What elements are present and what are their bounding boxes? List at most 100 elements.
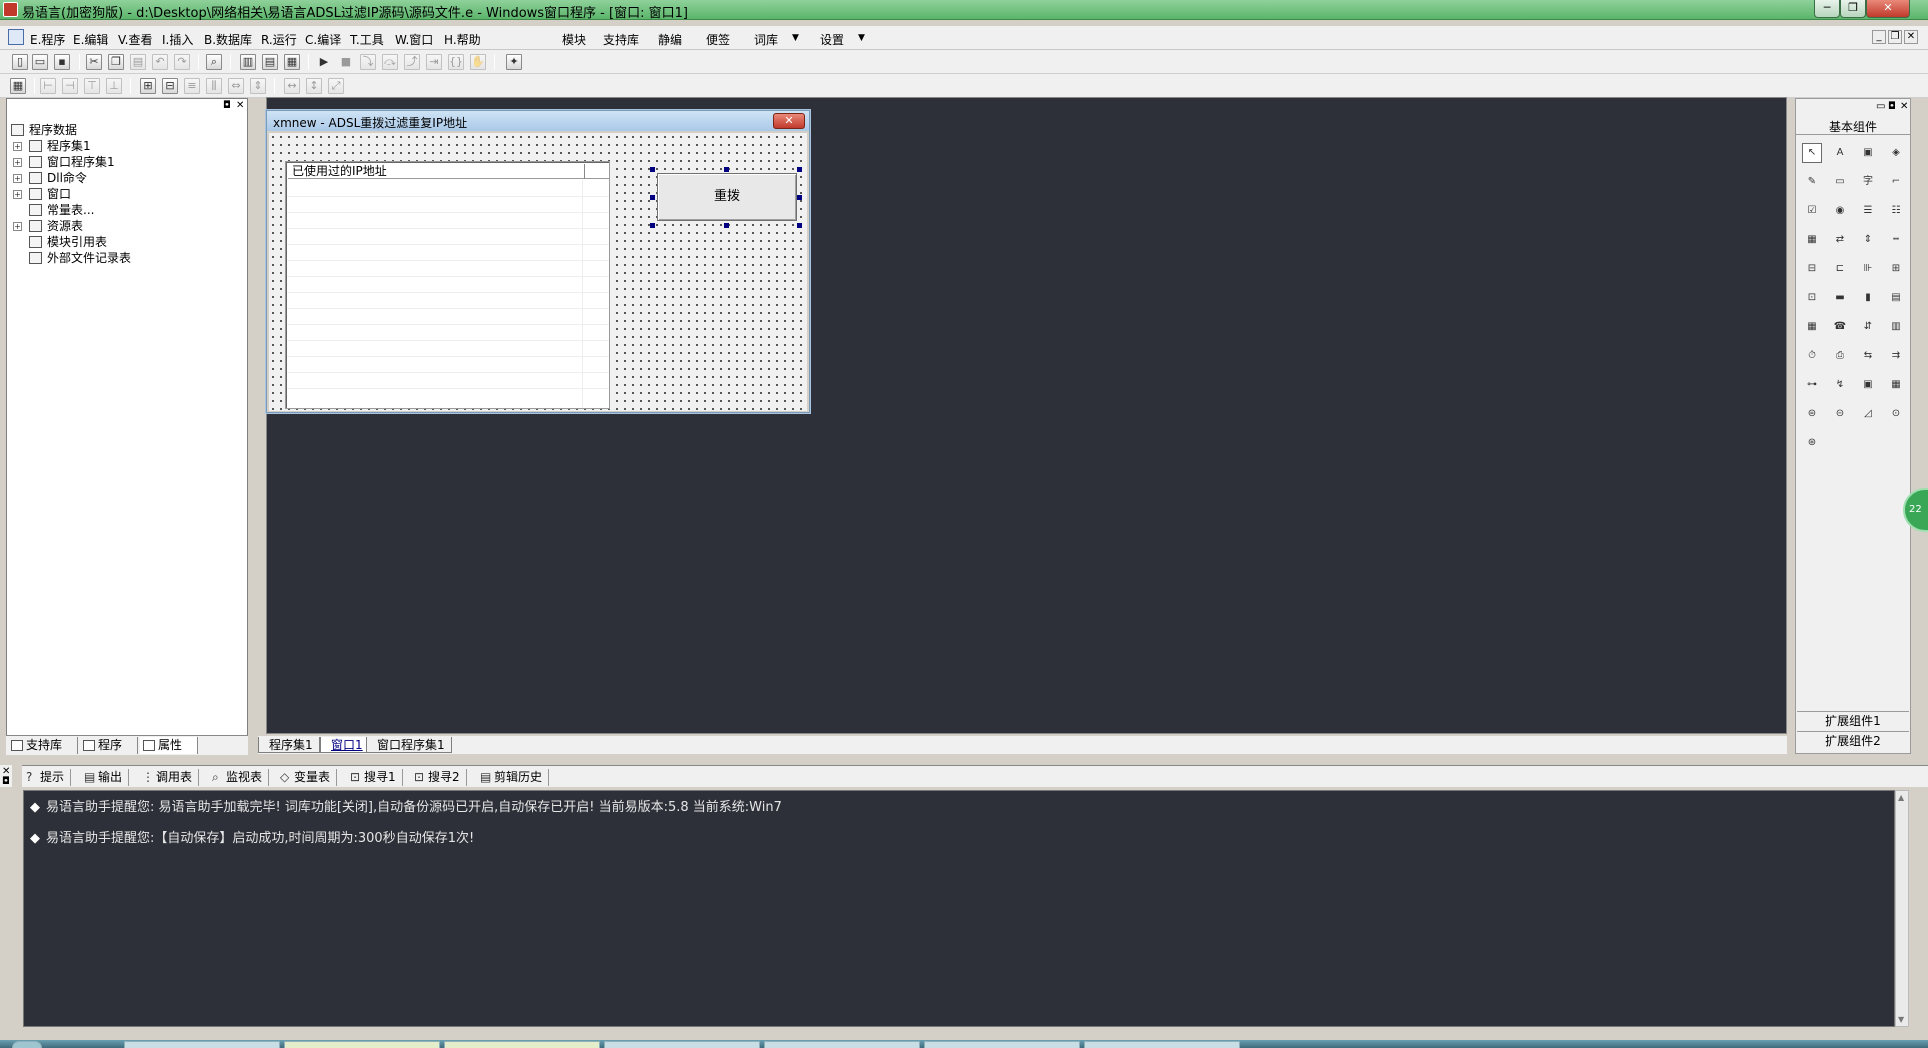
output-panel[interactable]: ◆ 易语言助手提醒您: 易语言助手加载完毕! 词库功能[关闭],自动备份源码已开启… (23, 790, 1895, 1027)
menu-database[interactable]: B.数据库 (204, 31, 252, 48)
tab-watch[interactable]: ⌕ 监视表 (210, 769, 270, 786)
menu-tools[interactable]: T.工具 (350, 31, 384, 48)
find-icon[interactable]: ⌕ (206, 54, 222, 70)
pin-icon[interactable]: ◘ (223, 101, 231, 111)
expand-icon[interactable]: + (13, 190, 22, 199)
component-tool-icon[interactable]: ↖ (1802, 143, 1822, 163)
same-height-icon[interactable]: ↕ (306, 78, 322, 94)
component-tool-icon[interactable]: ▦ (1886, 375, 1906, 395)
cut-icon[interactable]: ✂ (86, 54, 102, 70)
component-tool-icon[interactable]: ▮ (1858, 288, 1878, 308)
menu-notes[interactable]: 便签 (706, 31, 730, 48)
component-tool-icon[interactable]: ↯ (1830, 375, 1850, 395)
component-tool-icon[interactable]: ⊞ (1886, 259, 1906, 279)
component-tool-icon[interactable]: ▣ (1858, 143, 1878, 163)
menu-program[interactable]: E.程序 (30, 31, 65, 48)
resize-handle[interactable] (724, 223, 729, 228)
align-middle-icon[interactable]: ≡ (184, 78, 200, 94)
mdi-close-button[interactable]: ✕ (1904, 30, 1918, 44)
copy-icon[interactable]: ❐ (108, 54, 124, 70)
redial-button[interactable]: 重拨 (657, 173, 797, 221)
run-icon[interactable]: ▶ (316, 54, 332, 70)
component-tool-icon[interactable]: ⌐ (1886, 172, 1906, 192)
palette-close-icon[interactable]: ✕ (1900, 102, 1908, 112)
resize-handle[interactable] (650, 223, 655, 228)
extension-components-2[interactable]: 扩展组件2 (1797, 731, 1909, 749)
form-title-bar[interactable]: xmnew - ADSL重拨过滤重复IP地址 ✕ (267, 111, 809, 131)
settings-dropdown-icon[interactable]: ▼ (858, 33, 865, 43)
expand-icon[interactable]: + (13, 158, 22, 167)
new-file-icon[interactable]: ▯ (12, 54, 28, 70)
doc-icon[interactable] (8, 29, 24, 45)
resize-handle[interactable] (650, 167, 655, 172)
panel-close-icon[interactable]: ✕ (236, 101, 244, 111)
tab-window-module1[interactable]: 窗口程序集1 (366, 737, 452, 753)
paste-icon[interactable]: ▤ (130, 54, 146, 70)
component-tool-icon[interactable]: ☎ (1830, 317, 1850, 337)
resize-handle[interactable] (650, 195, 655, 200)
step-out-icon[interactable]: ⤴ (404, 54, 420, 70)
maximize-button[interactable]: ❐ (1840, 0, 1866, 18)
tab-support-lib[interactable]: 支持库 (8, 737, 78, 754)
resize-handle[interactable] (797, 195, 802, 200)
component-tool-icon[interactable]: ┅ (1886, 230, 1906, 250)
open-folder-icon[interactable]: ▭ (32, 54, 48, 70)
layout-right-icon[interactable]: ▦ (284, 54, 300, 70)
run-to-cursor-icon[interactable]: ⇥ (426, 54, 442, 70)
component-tool-icon[interactable]: A (1830, 143, 1850, 163)
taskbar-item[interactable] (1084, 1041, 1240, 1048)
component-tool-icon[interactable]: ◉ (1830, 201, 1850, 221)
component-tool-icon[interactable]: ◈ (1886, 143, 1906, 163)
ip-list-box[interactable]: 已使用过的IP地址 (285, 161, 610, 409)
component-tool-icon[interactable]: ⊏ (1830, 259, 1850, 279)
component-tool-icon[interactable]: ☷ (1886, 201, 1906, 221)
palette-minimize-icon[interactable]: ▭ (1876, 102, 1885, 112)
step-over-icon[interactable]: ⤼ (382, 54, 398, 70)
component-tool-icon[interactable]: ⊝ (1830, 404, 1850, 424)
component-tool-icon[interactable]: ⇆ (1858, 346, 1878, 366)
tab-search1[interactable]: ⊡ 搜寻1 (348, 769, 403, 786)
component-tool-icon[interactable]: ⇕ (1858, 230, 1878, 250)
component-tool-icon[interactable]: ⊙ (1886, 404, 1906, 424)
tab-variables[interactable]: ◇ 变量表 (278, 769, 338, 786)
component-tool-icon[interactable]: ⊪ (1858, 259, 1878, 279)
tab-hint[interactable]: ? 提示 (24, 769, 72, 786)
mdi-minimize-button[interactable]: _ (1872, 30, 1886, 44)
minimize-button[interactable]: ─ (1814, 0, 1840, 18)
space-horizontal-icon[interactable]: ⇔ (228, 78, 244, 94)
component-tool-icon[interactable]: ▦ (1802, 317, 1822, 337)
component-tool-icon[interactable]: ⊡ (1802, 288, 1822, 308)
component-tool-icon[interactable]: ⇄ (1830, 230, 1850, 250)
component-tool-icon[interactable]: ◿ (1858, 404, 1878, 424)
layout-left-icon[interactable]: ▥ (240, 54, 256, 70)
component-tool-icon[interactable]: 字 (1858, 172, 1878, 192)
component-tool-icon[interactable]: ⇵ (1858, 317, 1878, 337)
component-tool-icon[interactable]: ✎ (1802, 172, 1822, 192)
layout-bottom-icon[interactable]: ▤ (262, 54, 278, 70)
redo-icon[interactable]: ↷ (174, 54, 190, 70)
grid-icon[interactable]: ▦ (10, 78, 26, 94)
breakpoint-icon[interactable]: {} (448, 54, 464, 70)
bottom-pin-icon[interactable]: ◘ (2, 777, 10, 787)
component-tool-icon[interactable]: ⏱ (1802, 346, 1822, 366)
tab-call-stack[interactable]: ⋮⋮ 调用表 (140, 769, 200, 786)
assistant-icon[interactable]: ✦ (506, 54, 522, 70)
step-into-icon[interactable]: ⤵ (360, 54, 376, 70)
component-tool-icon[interactable]: ⎙ (1830, 346, 1850, 366)
menu-run[interactable]: R.运行 (261, 31, 297, 48)
tab-clip-history[interactable]: ▤ 剪辑历史 (478, 769, 550, 786)
app-icon[interactable] (3, 2, 18, 17)
expand-icon[interactable]: + (13, 142, 22, 151)
menu-lexicon[interactable]: 词库 (754, 31, 778, 48)
menu-edit[interactable]: E.编辑 (73, 31, 108, 48)
output-scrollbar[interactable]: ▲ ▼ (1895, 790, 1909, 1027)
center-horizontal-icon[interactable]: ⊞ (140, 78, 156, 94)
tab-search2[interactable]: ⊡ 搜寻2 (412, 769, 467, 786)
form-designer-window[interactable]: xmnew - ADSL重拨过滤重复IP地址 ✕ 已使用过的IP地址 重拨 (266, 110, 810, 413)
same-size-icon[interactable]: ⤢ (328, 78, 344, 94)
component-tool-icon[interactable]: ⊟ (1802, 259, 1822, 279)
tab-properties[interactable]: 属性 (140, 737, 198, 754)
center-vertical-icon[interactable]: ⊟ (162, 78, 178, 94)
menu-static-compile[interactable]: 静编 (658, 31, 682, 48)
close-button[interactable]: ✕ (1866, 0, 1910, 18)
